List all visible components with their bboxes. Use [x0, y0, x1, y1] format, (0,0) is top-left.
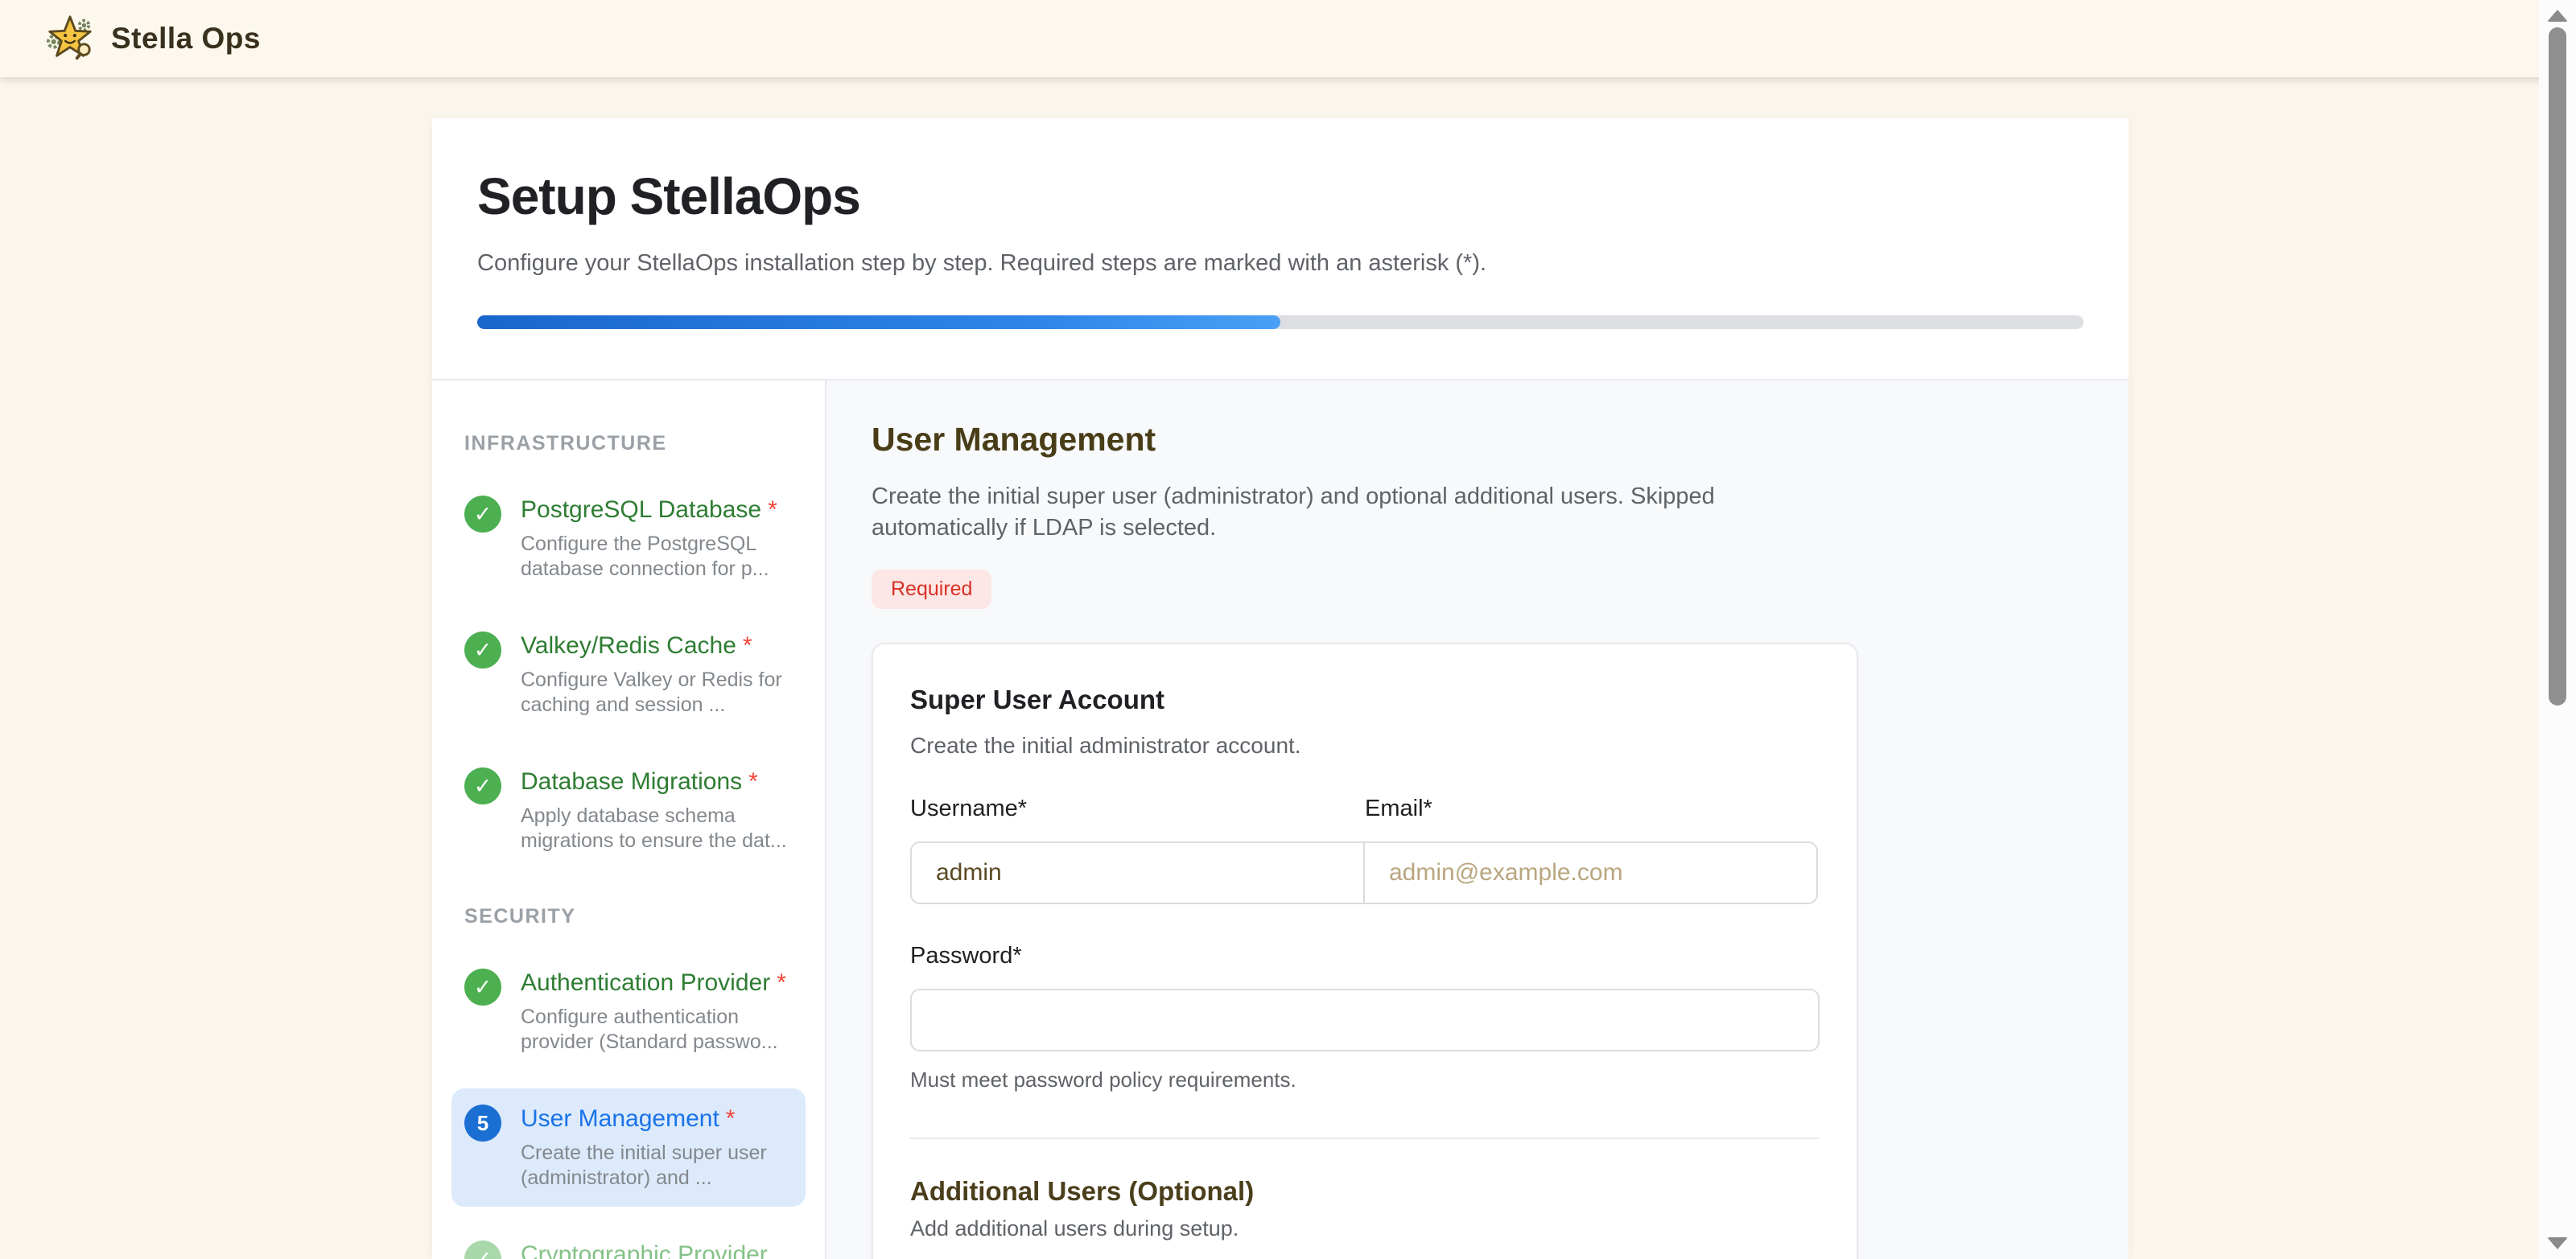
steps-sidebar: INFRASTRUCTURE PostgreSQL Database* Conf…	[432, 381, 826, 1259]
wizard-header: Setup StellaOps Configure your StellaOps…	[432, 118, 2129, 381]
password-hint: Must meet password policy requirements.	[910, 1068, 1820, 1092]
step-title: Database Migrations*	[521, 768, 758, 795]
step-title: User Management*	[521, 1105, 735, 1132]
page-background: Setup StellaOps Configure your StellaOps…	[0, 77, 2576, 1259]
check-circle-icon	[464, 632, 501, 669]
card-subtitle: Create the initial administrator account…	[910, 733, 1820, 759]
topbar: Stella Ops	[0, 0, 2576, 77]
scrollbar-thumb[interactable]	[2549, 27, 2566, 706]
card-divider	[910, 1138, 1820, 1139]
check-circle-icon	[464, 1240, 501, 1259]
wizard-subtitle: Configure your StellaOps installation st…	[477, 250, 2083, 277]
step-description: Apply database schema migrations to ensu…	[521, 804, 793, 854]
super-user-account-card: Super User Account Create the initial ad…	[872, 643, 1858, 1259]
additional-users-title: Additional Users (Optional)	[910, 1176, 1820, 1207]
required-asterisk: *	[726, 1105, 736, 1132]
step-description: Configure the PostgreSQL database connec…	[521, 532, 793, 582]
scroll-up-arrow-icon[interactable]	[2547, 10, 2568, 22]
sidebar-item-database-migrations[interactable]: Database Migrations* Apply database sche…	[451, 751, 806, 870]
setup-wizard-panel: Setup StellaOps Configure your StellaOps…	[432, 118, 2129, 1259]
step-description: Create the initial super user (administr…	[521, 1141, 793, 1191]
step-title: Valkey/Redis Cache*	[521, 632, 752, 659]
password-label: Password*	[910, 943, 1820, 969]
step-title: Authentication Provider*	[521, 969, 786, 996]
progress-bar	[477, 315, 2083, 329]
required-asterisk: *	[768, 496, 777, 523]
brand-name: Stella Ops	[111, 22, 261, 56]
check-circle-icon	[464, 496, 501, 533]
sidebar-item-cryptographic-provider[interactable]: Cryptographic Provider Select cryptograp…	[451, 1224, 806, 1259]
username-label: Username*	[910, 796, 1365, 822]
sidebar-item-postgresql-database[interactable]: PostgreSQL Database* Configure the Postg…	[451, 479, 806, 598]
required-asterisk: *	[777, 969, 786, 996]
required-badge: Required	[872, 570, 991, 609]
progress-fill	[477, 315, 1280, 329]
vertical-scrollbar[interactable]	[2539, 0, 2576, 1259]
page-description: Create the initial super user (administr…	[872, 481, 1757, 544]
email-label: Email*	[1365, 796, 1820, 822]
required-asterisk: *	[743, 632, 752, 659]
sidebar-item-valkey-redis-cache[interactable]: Valkey/Redis Cache* Configure Valkey or …	[451, 615, 806, 734]
section-label-security: SECURITY	[464, 905, 806, 928]
card-title: Super User Account	[910, 685, 1820, 715]
step-number-badge: 5	[464, 1105, 501, 1142]
required-asterisk: *	[748, 768, 758, 795]
step-description: Configure Valkey or Redis for caching an…	[521, 668, 793, 718]
email-input[interactable]	[1363, 841, 1818, 904]
check-circle-icon	[464, 969, 501, 1006]
check-circle-icon	[464, 767, 501, 804]
wizard-title: Setup StellaOps	[477, 167, 2083, 226]
scroll-down-arrow-icon[interactable]	[2547, 1237, 2568, 1249]
page-title: User Management	[872, 421, 2129, 459]
password-input[interactable]	[910, 989, 1820, 1051]
step-content: User Management Create the initial super…	[826, 381, 2129, 1259]
step-title: Cryptographic Provider	[521, 1241, 768, 1259]
sidebar-item-user-management[interactable]: 5 User Management* Create the initial su…	[451, 1088, 806, 1207]
additional-users-subtitle: Add additional users during setup.	[910, 1216, 1820, 1241]
stella-ops-logo-icon	[45, 14, 95, 64]
username-input[interactable]	[910, 841, 1365, 904]
sidebar-item-authentication-provider[interactable]: Authentication Provider* Configure authe…	[451, 952, 806, 1071]
step-title: PostgreSQL Database*	[521, 496, 777, 523]
step-description: Configure authentication provider (Stand…	[521, 1005, 793, 1055]
section-label-infrastructure: INFRASTRUCTURE	[464, 432, 806, 455]
